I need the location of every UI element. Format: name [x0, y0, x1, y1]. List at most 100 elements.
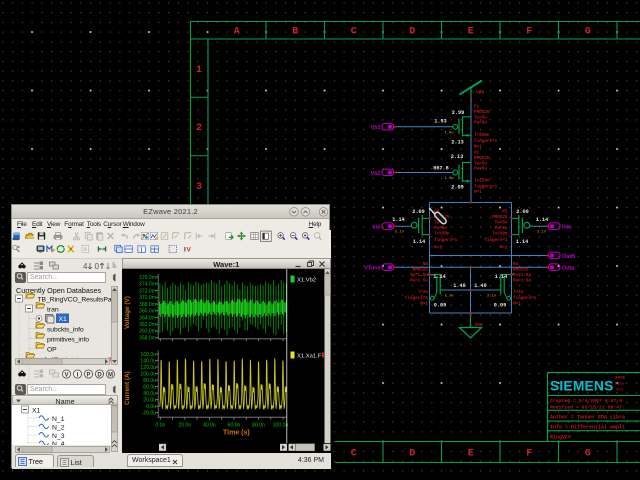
svg-text:PMOS25: PMOS25 — [474, 156, 490, 161]
svg-text:Modified = 03/15/21 09:47:: Modified = 03/15/21 09:47: — [550, 404, 625, 410]
svg-text:Tw=1.5u: Tw=1.5u — [410, 273, 428, 278]
svg-text:1.53: 1.53 — [434, 119, 446, 125]
svg-text:376.0m: 376.0m — [139, 274, 156, 280]
svg-text:fingers=1: fingers=1 — [484, 238, 508, 243]
svg-text:NMOS25: NMOS25 — [513, 268, 529, 273]
svg-text:PMOS25: PMOS25 — [474, 110, 490, 115]
svg-text:F: F — [526, 27, 532, 38]
svg-text:Inm: Inm — [562, 225, 572, 231]
svg-text:0.09: 0.09 — [494, 303, 506, 309]
svg-text:VDD: VDD — [476, 90, 485, 96]
svg-text:D: D — [97, 373, 102, 379]
svg-text:1.14: 1.14 — [516, 239, 528, 245]
svg-text:120.0u: 120.0u — [140, 364, 156, 370]
svg-text:fingers=1: fingers=1 — [474, 139, 498, 144]
svg-text:Outp: Outp — [562, 266, 575, 272]
svg-text:40.0n: 40.0n — [203, 422, 216, 428]
svg-text:100.0n: 100.0n — [273, 422, 289, 428]
svg-text:370.0m: 370.0m — [139, 295, 156, 301]
svg-text:D: D — [409, 27, 415, 38]
svg-text:Voltage (V): Voltage (V) — [124, 296, 131, 329]
svg-text:B: B — [292, 27, 298, 38]
svg-text:4: 4 — [83, 262, 88, 271]
svg-text:-20.0u: -20.0u — [142, 410, 157, 416]
svg-text:2.09: 2.09 — [451, 185, 463, 191]
svg-text:l=2u: l=2u — [513, 290, 524, 295]
svg-text:N3: N3 — [423, 262, 429, 267]
svg-text:N_1: N_1 — [52, 416, 65, 423]
svg-text:Tw=5u: Tw=5u — [495, 221, 508, 226]
svg-text:20.0n: 20.0n — [178, 422, 191, 428]
svg-text:G: G — [585, 449, 591, 460]
svg-text:M=1: M=1 — [474, 145, 482, 150]
svg-text:2.00: 2.00 — [516, 209, 528, 215]
svg-text:2.1v: 2.1v — [487, 295, 497, 299]
svg-text:P2: P2 — [474, 151, 480, 156]
svg-text:362.0m: 362.0m — [139, 322, 156, 328]
svg-text:fingers=1: fingers=1 — [513, 296, 537, 301]
svg-text:1.14: 1.14 — [413, 239, 425, 245]
svg-text:l=2u: l=2u — [418, 290, 429, 295]
svg-text:M=1: M=1 — [474, 190, 482, 195]
svg-text:subckts_info: subckts_info — [47, 327, 84, 334]
svg-text:l=250n: l=250n — [474, 133, 490, 138]
svg-text:Pw=1.5u: Pw=1.5u — [410, 279, 428, 284]
svg-text:fingers=1: fingers=1 — [434, 238, 458, 243]
svg-text:1.14: 1.14 — [433, 274, 445, 280]
svg-text:M=1: M=1 — [513, 302, 521, 307]
svg-text:M=1: M=1 — [500, 246, 508, 251]
svg-text:Tel: Tel — [616, 388, 624, 393]
svg-text:374.0m: 374.0m — [139, 281, 156, 287]
svg-text:Tw=5u: Tw=5u — [474, 115, 487, 120]
svg-text:P1: P1 — [474, 105, 480, 110]
svg-text:fingers=1: fingers=1 — [474, 184, 498, 189]
svg-text:368.0m: 368.0m — [139, 301, 156, 307]
svg-text:Pw=5u: Pw=5u — [474, 167, 487, 172]
svg-text:l=250n: l=250n — [492, 232, 508, 237]
svg-text:D: D — [409, 449, 415, 460]
svg-text:X1: X1 — [59, 316, 68, 323]
svg-text:Pw=5u: Pw=5u — [434, 226, 447, 231]
svg-text:1: 1 — [196, 65, 202, 76]
svg-text:Pw=5u: Pw=5u — [495, 226, 508, 231]
svg-text:X1: X1 — [32, 408, 41, 415]
svg-text:2.13: 2.13 — [451, 140, 463, 146]
svg-text:V: V — [64, 373, 68, 379]
svg-text:1.14: 1.14 — [536, 217, 548, 223]
svg-text:0.0n: 0.0n — [155, 422, 165, 428]
svg-text:2.09: 2.09 — [412, 209, 424, 215]
svg-text:1.14: 1.14 — [495, 274, 507, 280]
svg-text:V: V — [186, 246, 191, 253]
svg-text:Vb1: Vb1 — [371, 125, 381, 131]
svg-text:X1.Xa1.F: X1.Xa1.F — [297, 353, 322, 359]
svg-text:A: A — [83, 247, 87, 253]
svg-text:M=1: M=1 — [434, 246, 442, 251]
svg-text:1.40: 1.40 — [453, 283, 465, 289]
svg-text:Pw=1.5u: Pw=1.5u — [513, 279, 531, 284]
svg-text:372.0m: 372.0m — [139, 288, 156, 294]
svg-text:360.0m: 360.0m — [139, 328, 156, 334]
svg-text:OP: OP — [47, 347, 57, 354]
svg-text:fingers=1: fingers=1 — [405, 296, 429, 301]
svg-text:N_3: N_3 — [52, 433, 65, 440]
svg-text:C: C — [351, 449, 357, 460]
svg-text:60.0n: 60.0n — [228, 422, 241, 428]
svg-text:OutB: OutB — [562, 254, 575, 260]
svg-text:N_2: N_2 — [52, 424, 65, 431]
svg-text:1.14: 1.14 — [392, 217, 404, 223]
svg-text:80.0u: 80.0u — [143, 377, 156, 383]
svg-text:E: E — [468, 27, 474, 38]
svg-text:Tw=5u: Tw=5u — [474, 161, 487, 166]
svg-text:1.9u: 1.9u — [445, 177, 455, 181]
svg-text:Pw=5u: Pw=5u — [474, 121, 487, 126]
svg-text:364.0m: 364.0m — [139, 315, 156, 321]
svg-text:N4: N4 — [513, 262, 519, 267]
svg-text:40.0u: 40.0u — [143, 390, 156, 396]
svg-text:NMOS25: NMOS25 — [413, 268, 429, 273]
svg-text:N_4: N_4 — [52, 441, 65, 445]
svg-text:VSS: VSS — [475, 322, 484, 328]
svg-text:2.99: 2.99 — [452, 110, 464, 116]
svg-text:C: C — [351, 27, 357, 38]
svg-text:Vb2: Vb2 — [371, 171, 381, 177]
svg-text:2.1v: 2.1v — [445, 295, 455, 299]
